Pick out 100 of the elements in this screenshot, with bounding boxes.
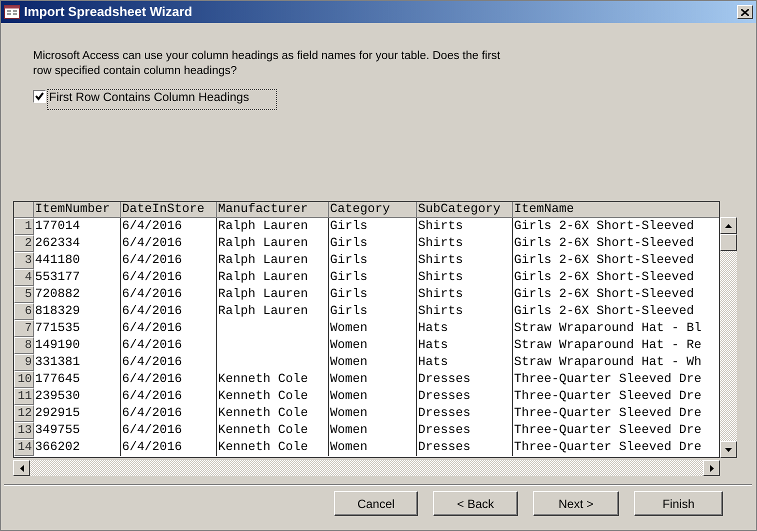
wizard-button[interactable]: Finish [634,491,723,516]
table-cell: Ralph Lauren [217,269,329,286]
prompt-text: Microsoft Access can use your column headings as field names for your table. Does the first row specified contain column headings? [33,49,502,79]
table-cell: Dresses [417,439,513,456]
table-cell: Girls [329,218,417,235]
table-cell: 6/4/2016 [121,320,217,337]
row-header[interactable]: 7 [14,320,34,337]
table-cell: 771535 [34,320,121,337]
row-header[interactable]: 3 [14,252,34,269]
table-cell: 6/4/2016 [121,286,217,303]
vertical-scrollbar[interactable] [720,217,737,458]
row-header[interactable]: 14 [14,439,34,456]
table-cell: 6/4/2016 [121,371,217,388]
table-cell: Dresses [417,422,513,439]
column-header[interactable]: ItemName [513,202,719,218]
table-cell: 6/4/2016 [121,422,217,439]
table-cell: Hats [417,337,513,354]
row-header[interactable]: 13 [14,422,34,439]
table-cell: 818329 [34,303,121,320]
row-header[interactable]: 4 [14,269,34,286]
scroll-right-button[interactable] [703,460,720,476]
table-cell: Women [329,405,417,422]
table-cell: Women [329,371,417,388]
table-cell: Dresses [417,388,513,405]
up-arrow-icon [725,224,732,228]
app-icon [4,5,20,19]
row-header[interactable]: 2 [14,235,34,252]
table-cell: 292915 [34,405,121,422]
column-header[interactable]: Category [329,202,417,218]
column-header[interactable]: Manufacturer [217,202,329,218]
row-header[interactable]: 5 [14,286,34,303]
table-cell: Hats [417,320,513,337]
horizontal-scrollbar[interactable] [13,460,720,476]
table-cell: Kenneth Cole [217,388,329,405]
table-cell: Kenneth Cole [217,371,329,388]
table-cell: 553177 [34,269,121,286]
wizard-button[interactable]: Cancel [334,491,418,516]
column-header[interactable]: ItemNumber [34,202,121,218]
table-cell: Shirts [417,235,513,252]
table-cell: Hats [417,354,513,371]
row-header[interactable]: 10 [14,371,34,388]
wizard-button[interactable]: < Back [433,491,518,516]
column-header[interactable]: SubCategory [417,202,513,218]
window-title: Import Spreadsheet Wizard [24,3,194,22]
table-cell: 177645 [34,371,121,388]
table-cell: 6/4/2016 [121,252,217,269]
row-header[interactable]: 12 [14,405,34,422]
row-header[interactable]: 1 [14,218,34,235]
table-cell: Ralph Lauren [217,218,329,235]
table-cell: Women [329,337,417,354]
table-cell: Kenneth Cole [217,439,329,456]
grid-corner[interactable] [14,202,34,218]
column-header[interactable]: DateInStore [121,202,217,218]
checkbox-label[interactable]: First Row Contains Column Headings [47,89,277,110]
table-cell: Kenneth Cole [217,422,329,439]
table-cell: 6/4/2016 [121,388,217,405]
table-cell: 6/4/2016 [121,218,217,235]
left-arrow-icon [20,464,24,472]
scroll-up-button[interactable] [720,217,737,234]
table-cell: 6/4/2016 [121,439,217,456]
table-cell: 331381 [34,354,121,371]
row-header[interactable]: 9 [14,354,34,371]
table-cell: 720882 [34,286,121,303]
table-cell: Girls [329,286,417,303]
table-cell: Women [329,320,417,337]
table-cell: Ralph Lauren [217,235,329,252]
table-cell: Shirts [417,252,513,269]
scroll-thumb[interactable] [720,234,737,251]
row-header[interactable]: 6 [14,303,34,320]
table-cell: 262334 [34,235,121,252]
table-cell: 441180 [34,252,121,269]
table-cell: 149190 [34,337,121,354]
table-cell: Shirts [417,286,513,303]
check-icon [35,92,44,101]
table-cell: Girls [329,269,417,286]
table-cell: Kenneth Cole [217,405,329,422]
table-cell: Shirts [417,269,513,286]
table-cell: Women [329,439,417,456]
table-cell: 6/4/2016 [121,337,217,354]
table-cell: 177014 [34,218,121,235]
table-cell: 366202 [34,439,121,456]
table-cell: 6/4/2016 [121,354,217,371]
table-cell: 6/4/2016 [121,405,217,422]
table-cell: Women [329,354,417,371]
wizard-button[interactable]: Next > [533,491,619,516]
close-button[interactable] [737,5,753,19]
table-cell: Ralph Lauren [217,286,329,303]
table-cell: Girls [329,252,417,269]
close-icon [741,8,749,16]
table-cell: Ralph Lauren [217,303,329,320]
row-header[interactable]: 8 [14,337,34,354]
scroll-down-button[interactable] [720,441,737,458]
row-header[interactable]: 11 [14,388,34,405]
scroll-left-button[interactable] [13,460,30,476]
table-cell: Dresses [417,371,513,388]
table-cell: 6/4/2016 [121,269,217,286]
table-cell: Ralph Lauren [217,252,329,269]
table-cell: Dresses [417,405,513,422]
table-cell: Girls [329,303,417,320]
checkbox[interactable] [33,90,46,103]
